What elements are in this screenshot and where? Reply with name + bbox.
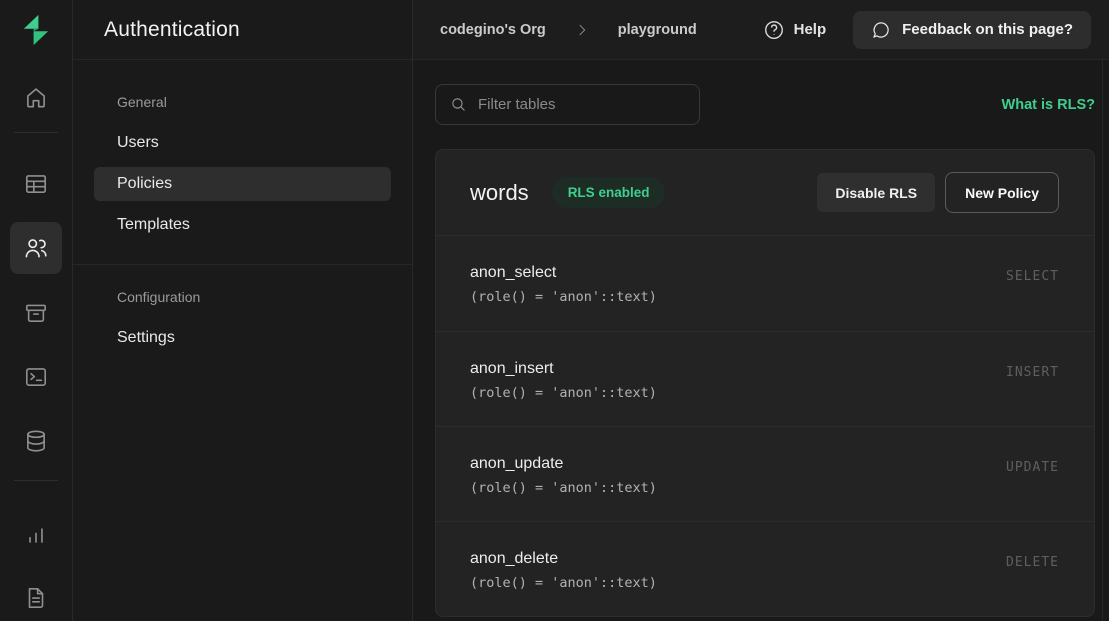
policy-row: anon_delete (role() = 'anon'::text) DELE… bbox=[436, 521, 1094, 616]
table-name: words bbox=[470, 180, 529, 206]
policy-command: UPDATE bbox=[1006, 455, 1059, 475]
help-button[interactable]: Help bbox=[763, 19, 827, 41]
sql-editor-icon[interactable] bbox=[14, 355, 58, 399]
search-icon bbox=[450, 96, 467, 113]
feedback-button[interactable]: Feedback on this page? bbox=[853, 11, 1091, 49]
policy-info: anon_delete (role() = 'anon'::text) bbox=[470, 550, 657, 591]
policies-toolbar: What is RLS? bbox=[435, 84, 1095, 125]
sidebar-item-users[interactable]: Users bbox=[94, 126, 391, 160]
logs-icon[interactable] bbox=[14, 576, 58, 620]
sidebar-divider bbox=[73, 264, 412, 265]
disable-rls-button[interactable]: Disable RLS bbox=[817, 173, 935, 212]
policy-command: INSERT bbox=[1006, 360, 1059, 380]
reports-icon[interactable] bbox=[14, 513, 58, 557]
new-policy-button[interactable]: New Policy bbox=[945, 172, 1059, 213]
chevron-right-icon bbox=[574, 22, 590, 38]
policy-row: anon_select (role() = 'anon'::text) SELE… bbox=[436, 236, 1094, 331]
section-label-configuration: Configuration bbox=[94, 287, 391, 307]
chat-bubble-icon bbox=[871, 20, 891, 40]
policy-definition: (role() = 'anon'::text) bbox=[470, 575, 657, 591]
help-label: Help bbox=[794, 21, 827, 38]
policy-info: anon_select (role() = 'anon'::text) bbox=[470, 264, 657, 305]
policy-name: anon_select bbox=[470, 264, 657, 282]
home-icon[interactable] bbox=[14, 76, 58, 120]
table-editor-icon[interactable] bbox=[14, 162, 58, 206]
auth-sidebar: Authentication General Users Policies Te… bbox=[73, 0, 413, 621]
icon-rail bbox=[0, 0, 73, 621]
policy-list: anon_select (role() = 'anon'::text) SELE… bbox=[436, 236, 1094, 616]
filter-tables-wrap bbox=[435, 84, 700, 125]
supabase-logo[interactable] bbox=[0, 0, 72, 60]
policies-content: What is RLS? words RLS enabled Disable R… bbox=[413, 60, 1109, 617]
policy-command: SELECT bbox=[1006, 264, 1059, 284]
breadcrumb-project[interactable]: playground bbox=[618, 22, 697, 38]
storage-icon[interactable] bbox=[14, 291, 58, 335]
policy-definition: (role() = 'anon'::text) bbox=[470, 480, 657, 496]
table-card-header: words RLS enabled Disable RLS New Policy bbox=[436, 150, 1094, 236]
policy-info: anon_insert (role() = 'anon'::text) bbox=[470, 360, 657, 401]
policy-name: anon_update bbox=[470, 455, 657, 473]
policy-command: DELETE bbox=[1006, 550, 1059, 570]
page-title: Authentication bbox=[73, 0, 412, 60]
auth-users-icon[interactable] bbox=[10, 222, 62, 274]
table-policies-card: words RLS enabled Disable RLS New Policy… bbox=[435, 149, 1095, 617]
auth-sidebar-nav: General Users Policies Templates Configu… bbox=[73, 60, 412, 362]
policy-row: anon_update (role() = 'anon'::text) UPDA… bbox=[436, 426, 1094, 521]
breadcrumb-org[interactable]: codegino's Org bbox=[440, 22, 546, 38]
feedback-label: Feedback on this page? bbox=[902, 21, 1073, 38]
policy-name: anon_delete bbox=[470, 550, 657, 568]
main-header: codegino's Org playground Help bbox=[413, 0, 1109, 60]
rls-enabled-badge: RLS enabled bbox=[552, 177, 666, 208]
policy-definition: (role() = 'anon'::text) bbox=[470, 289, 657, 305]
breadcrumb: codegino's Org playground bbox=[440, 22, 697, 38]
sidebar-item-settings[interactable]: Settings bbox=[94, 321, 391, 355]
policy-info: anon_update (role() = 'anon'::text) bbox=[470, 455, 657, 496]
what-is-rls-link[interactable]: What is RLS? bbox=[1002, 97, 1095, 113]
policy-name: anon_insert bbox=[470, 360, 657, 378]
database-icon[interactable] bbox=[14, 419, 58, 463]
rail-divider bbox=[14, 132, 58, 133]
sidebar-item-policies[interactable]: Policies bbox=[94, 167, 391, 201]
filter-tables-input[interactable] bbox=[435, 84, 700, 125]
scrollbar-track-edge bbox=[1102, 60, 1103, 621]
main-area: codegino's Org playground Help bbox=[413, 0, 1109, 621]
policy-definition: (role() = 'anon'::text) bbox=[470, 385, 657, 401]
section-label-general: General bbox=[94, 92, 391, 112]
help-circle-icon bbox=[763, 19, 785, 41]
sidebar-item-templates[interactable]: Templates bbox=[94, 208, 391, 242]
policy-row: anon_insert (role() = 'anon'::text) INSE… bbox=[436, 331, 1094, 426]
rail-divider bbox=[14, 480, 58, 481]
